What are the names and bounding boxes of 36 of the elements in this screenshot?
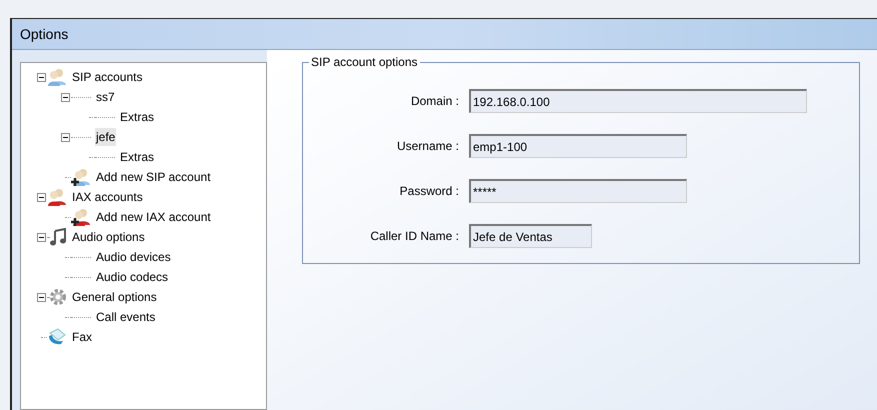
tree-item[interactable]: Add new IAX account [95, 208, 212, 226]
music-note-icon [49, 228, 67, 246]
tree-item[interactable]: Audio devices [95, 248, 172, 266]
collapse-toggle[interactable] [60, 92, 70, 102]
tree-item[interactable]: Audio options [71, 228, 146, 246]
collapse-toggle[interactable] [36, 192, 46, 202]
collapse-toggle[interactable] [36, 72, 46, 82]
tree-item[interactable]: Extras [119, 148, 156, 166]
collapse-toggle[interactable] [36, 292, 46, 302]
tree-item[interactable]: General options [71, 288, 158, 306]
tree-item[interactable]: Fax [71, 328, 94, 346]
tree-item[interactable]: Audio codecs [95, 268, 170, 286]
add-person-icon [71, 208, 91, 226]
add-person-icon [71, 168, 91, 186]
tree-item[interactable]: Extras [119, 108, 156, 126]
window-title: Options [20, 24, 68, 44]
tree-item[interactable]: Call events [95, 308, 156, 326]
person-group-icon [47, 188, 67, 206]
collapse-toggle[interactable] [60, 132, 70, 142]
text-field[interactable]: Jefe de Ventas [469, 224, 592, 248]
field-label: Domain : [410, 93, 460, 110]
tree-item[interactable]: ss7 [95, 88, 116, 106]
tree-item[interactable]: Add new SIP account [95, 168, 212, 186]
tree-item[interactable]: jefe [95, 128, 116, 146]
text-field[interactable]: emp1-100 [469, 134, 687, 158]
collapse-toggle[interactable] [36, 232, 46, 242]
gear-icon [49, 288, 67, 306]
field-label: Password : [398, 183, 460, 200]
text-field[interactable]: 192.168.0.100 [469, 89, 807, 113]
person-group-icon [47, 68, 67, 86]
field-label: Username : [396, 138, 460, 155]
group-title: SIP account options [309, 54, 420, 70]
text-field[interactable]: ***** [469, 179, 687, 203]
tree-item[interactable]: SIP accounts [71, 68, 144, 86]
tree-item[interactable]: IAX accounts [71, 188, 144, 206]
field-label: Caller ID Name : [369, 228, 460, 245]
